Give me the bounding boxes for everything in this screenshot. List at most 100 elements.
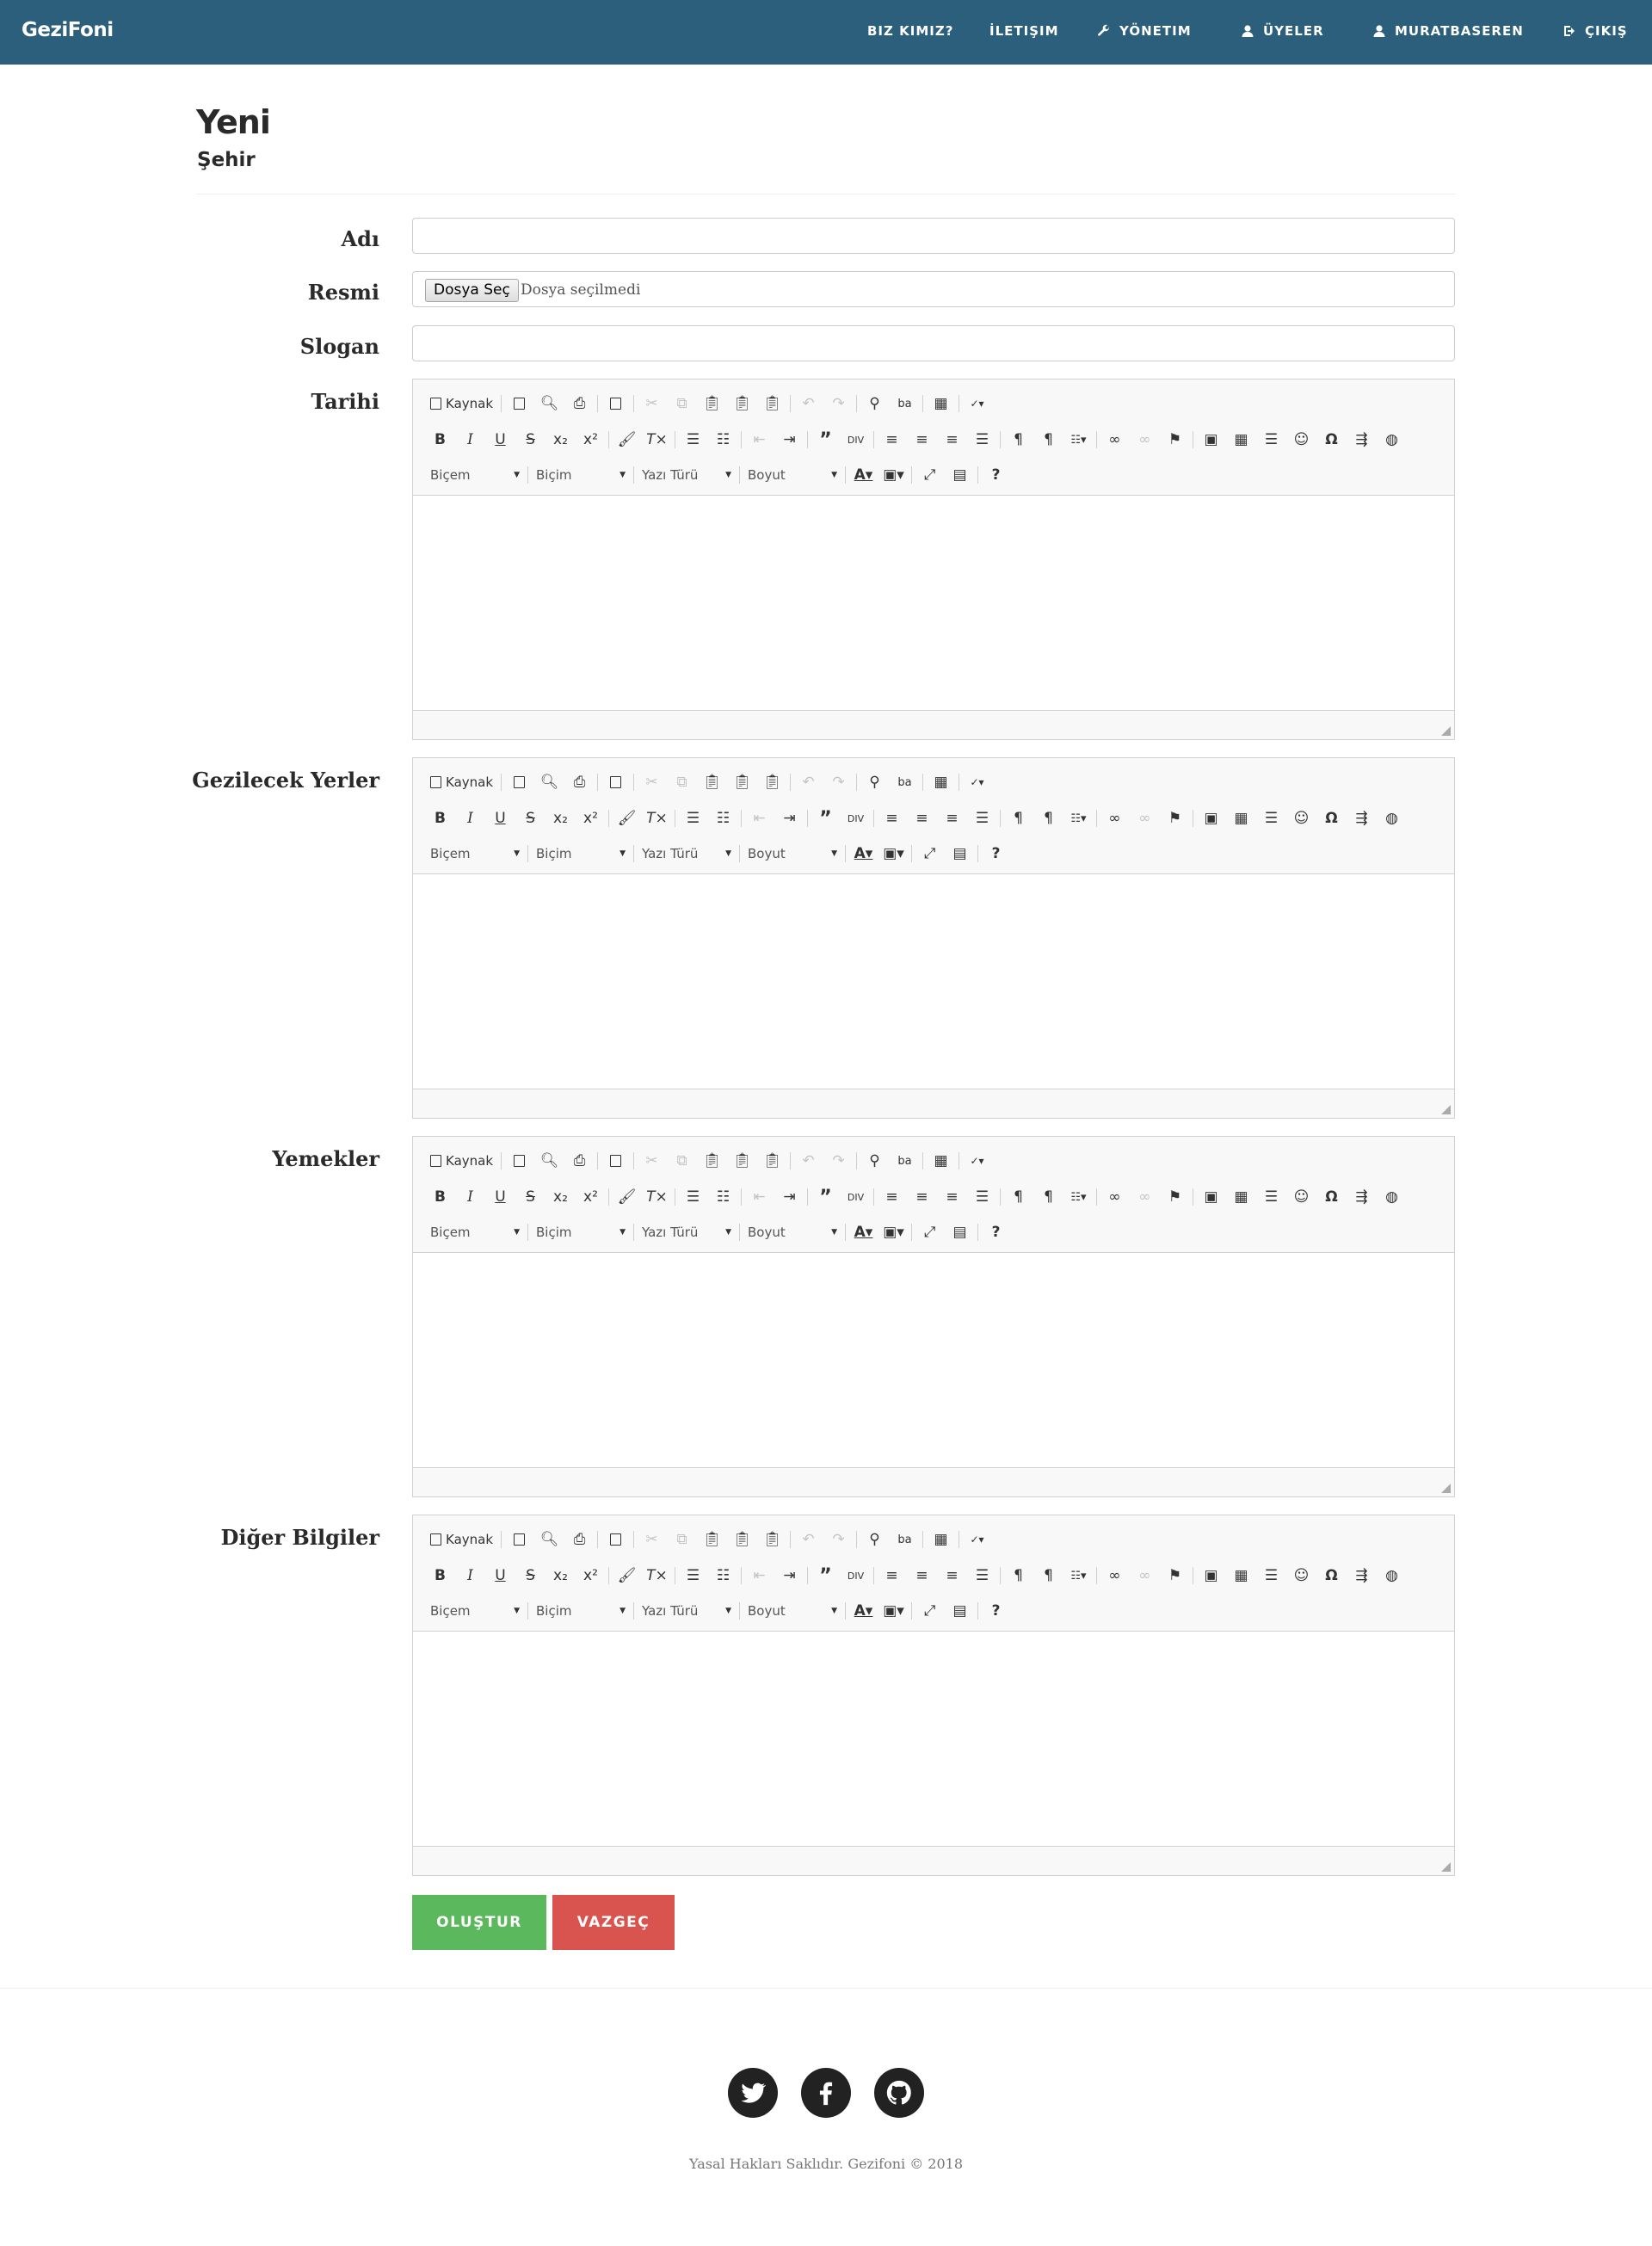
paste-text-button[interactable]: 📋︎ [727, 769, 757, 795]
bulleted-list-button[interactable]: ☷ [708, 1563, 738, 1589]
horizontal-rule-button[interactable]: ☰ [1256, 1184, 1286, 1210]
outdent-button[interactable]: ⇤ [744, 1184, 774, 1210]
spellcheck-button[interactable]: ✓▾ [962, 1527, 992, 1552]
justify-button[interactable]: ☰ [967, 1563, 997, 1589]
superscript-button[interactable]: x² [576, 805, 606, 831]
strike-button[interactable]: S [515, 427, 546, 453]
ltr-button[interactable]: ¶ [1003, 1184, 1033, 1210]
other-info-editor[interactable]: Kaynak 🔍︎ ⎙ ✂ ⧉ 📋︎ 📋︎ 📋︎ ↶ ↷ ⚲ ba ▦ ✓▾ B… [412, 1515, 1455, 1876]
format-combo[interactable]: Biçim ▼ [531, 1219, 631, 1245]
redo-button[interactable]: ↷ [823, 769, 854, 795]
undo-button[interactable]: ↶ [793, 1527, 823, 1552]
redo-button[interactable]: ↷ [823, 1148, 854, 1174]
nav-link-contact[interactable]: İLETIŞIM [989, 23, 1059, 39]
paste-text-button[interactable]: 📋︎ [727, 1148, 757, 1174]
style-combo[interactable]: Biçem ▼ [425, 462, 525, 488]
smiley-button[interactable]: ☺ [1286, 427, 1316, 453]
food-editor[interactable]: Kaynak 🔍︎ ⎙ ✂ ⧉ 📋︎ 📋︎ 📋︎ ↶ ↷ ⚲ ba ▦ ✓▾ B… [412, 1136, 1455, 1497]
maximize-button[interactable]: ⤢ [915, 1598, 945, 1624]
find-button[interactable]: ⚲ [860, 1527, 890, 1552]
div-button[interactable]: DIV [841, 1184, 871, 1210]
iframe-button[interactable]: ◍ [1377, 1184, 1407, 1210]
anchor-button[interactable]: ⚑ [1160, 427, 1190, 453]
bg-color-button[interactable]: ▣▾ [878, 462, 909, 488]
show-blocks-button[interactable]: ▤ [945, 462, 975, 488]
superscript-button[interactable]: x² [576, 1184, 606, 1210]
twitter-link[interactable] [728, 2068, 778, 2118]
copy-button[interactable]: ⧉ [667, 1148, 697, 1174]
outdent-button[interactable]: ⇤ [744, 427, 774, 453]
outdent-button[interactable]: ⇤ [744, 805, 774, 831]
templates-button[interactable] [601, 1148, 631, 1174]
text-color-button[interactable]: A▾ [848, 1598, 878, 1624]
numbered-list-button[interactable]: ☰ [678, 1184, 708, 1210]
nav-link-logout[interactable]: ÇIKIŞ [1563, 23, 1628, 39]
replace-button[interactable]: ba [890, 1527, 920, 1552]
resize-handle-icon[interactable] [1441, 1484, 1451, 1493]
subscript-button[interactable]: x₂ [546, 1563, 576, 1589]
div-button[interactable]: DIV [841, 1563, 871, 1589]
page-break-button[interactable]: ⇶ [1347, 1184, 1377, 1210]
source-button[interactable]: Kaynak [425, 391, 498, 416]
image-button[interactable]: ▣ [1196, 805, 1226, 831]
style-combo[interactable]: Biçem ▼ [425, 841, 525, 867]
align-center-button[interactable]: ≡ [907, 1563, 937, 1589]
slogan-input[interactable] [412, 325, 1455, 361]
smiley-button[interactable]: ☺ [1286, 805, 1316, 831]
superscript-button[interactable]: x² [576, 427, 606, 453]
div-button[interactable]: DIV [841, 805, 871, 831]
align-right-button[interactable]: ≡ [937, 1184, 967, 1210]
underline-button[interactable]: U [485, 805, 515, 831]
ltr-button[interactable]: ¶ [1003, 427, 1033, 453]
unlink-button[interactable]: ∞ [1130, 1563, 1160, 1589]
paste-button[interactable]: 📋︎ [697, 1527, 727, 1552]
maximize-button[interactable]: ⤢ [915, 1219, 945, 1245]
div-button[interactable]: DIV [841, 427, 871, 453]
link-button[interactable]: ∞ [1100, 427, 1130, 453]
spellcheck-button[interactable]: ✓▾ [962, 769, 992, 795]
source-button[interactable]: Kaynak [425, 1527, 498, 1552]
paste-button[interactable]: 📋︎ [697, 1148, 727, 1174]
horizontal-rule-button[interactable]: ☰ [1256, 805, 1286, 831]
print-button[interactable]: ⎙ [564, 1527, 595, 1552]
print-button[interactable]: ⎙ [564, 1148, 595, 1174]
spellcheck-button[interactable]: ✓▾ [962, 391, 992, 416]
align-left-button[interactable]: ≡ [877, 805, 907, 831]
preview-button[interactable]: 🔍︎ [534, 769, 564, 795]
show-blocks-button[interactable]: ▤ [945, 841, 975, 867]
paste-word-button[interactable]: 📋︎ [757, 1148, 787, 1174]
align-left-button[interactable]: ≡ [877, 1184, 907, 1210]
preview-button[interactable]: 🔍︎ [534, 391, 564, 416]
show-blocks-button[interactable]: ▤ [945, 1219, 975, 1245]
link-button[interactable]: ∞ [1100, 1184, 1130, 1210]
text-color-button[interactable]: A▾ [848, 841, 878, 867]
horizontal-rule-button[interactable]: ☰ [1256, 427, 1286, 453]
nav-link-admin[interactable]: YÖNETIM [1097, 23, 1192, 39]
size-combo[interactable]: Boyut ▼ [743, 1598, 842, 1624]
select-all-button[interactable]: ▦ [926, 391, 956, 416]
templates-button[interactable] [601, 1527, 631, 1552]
font-combo[interactable]: Yazı Türü ▼ [637, 462, 737, 488]
iframe-button[interactable]: ◍ [1377, 1563, 1407, 1589]
replace-button[interactable]: ba [890, 391, 920, 416]
strike-button[interactable]: S [515, 1563, 546, 1589]
align-right-button[interactable]: ≡ [937, 805, 967, 831]
size-combo[interactable]: Boyut ▼ [743, 841, 842, 867]
underline-button[interactable]: U [485, 1563, 515, 1589]
undo-button[interactable]: ↶ [793, 391, 823, 416]
find-button[interactable]: ⚲ [860, 769, 890, 795]
align-right-button[interactable]: ≡ [937, 427, 967, 453]
paste-word-button[interactable]: 📋︎ [757, 1527, 787, 1552]
numbered-list-button[interactable]: ☰ [678, 427, 708, 453]
remove-format-button[interactable]: T× [642, 1184, 672, 1210]
source-button[interactable]: Kaynak [425, 769, 498, 795]
select-all-button[interactable]: ▦ [926, 1148, 956, 1174]
special-char-button[interactable]: Ω [1316, 1563, 1347, 1589]
image-button[interactable]: ▣ [1196, 1184, 1226, 1210]
table-button[interactable]: ▦ [1226, 1563, 1256, 1589]
print-button[interactable]: ⎙ [564, 769, 595, 795]
ltr-button[interactable]: ¶ [1003, 1563, 1033, 1589]
paste-text-button[interactable]: 📋︎ [727, 391, 757, 416]
strike-button[interactable]: S [515, 805, 546, 831]
align-right-button[interactable]: ≡ [937, 1563, 967, 1589]
